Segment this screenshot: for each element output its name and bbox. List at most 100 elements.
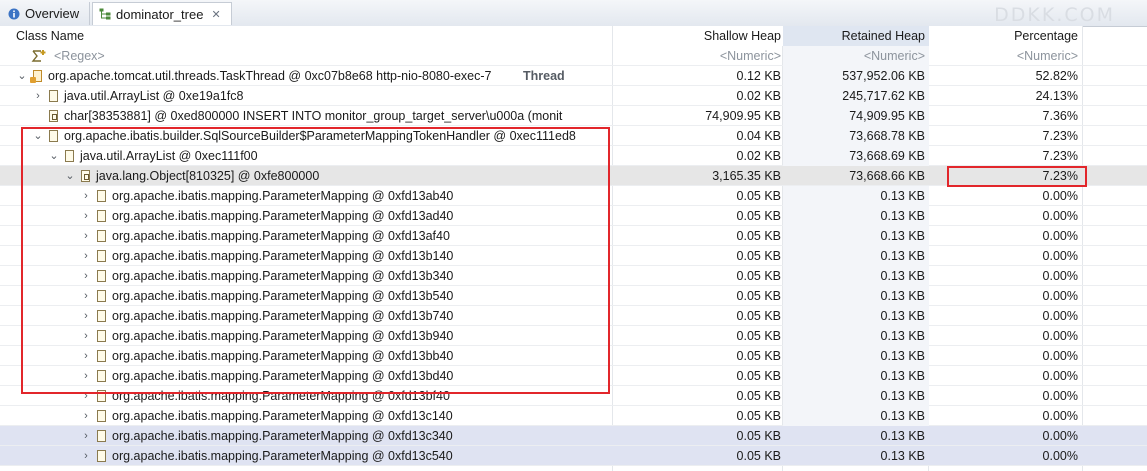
class-name-cell: › org.apache.ibatis.mapping.ParameterMapp… [0,346,612,366]
object-icon [97,350,106,362]
table-row[interactable]: ⌄ java.lang.Object[810325] @ 0xfe800000 3,… [0,166,1147,186]
expand-icon[interactable]: › [80,306,92,326]
regex-filter-input[interactable]: <Regex> [54,46,105,66]
expand-icon[interactable]: › [80,206,92,226]
table-row[interactable]: › org.apache.ibatis.mapping.ParameterMapp… [0,186,1147,206]
close-icon[interactable]: ✕ [211,8,220,21]
class-name-cell: › org.apache.ibatis.mapping.ParameterMapp… [0,386,612,406]
shallow-heap-cell: 0.05 KB [736,429,781,443]
table-row[interactable]: › java.util.ArrayList @ 0xe19a1fc8 0.02 KB… [0,86,1147,106]
regex-filter-icon [31,50,46,62]
expand-icon[interactable]: › [80,286,92,306]
table-row[interactable]: › org.apache.ibatis.mapping.ParameterMapp… [0,206,1147,226]
class-name-cell: › org.apache.ibatis.mapping.ParameterMapp… [0,326,612,346]
retained-heap-cell: 245,717.62 KB [783,86,929,106]
column-header-percentage[interactable]: Percentage [929,26,1082,46]
column-header-shallow-heap[interactable]: Shallow Heap [613,26,783,46]
class-name-cell: › org.apache.ibatis.mapping.ParameterMapp… [0,266,612,286]
expand-icon[interactable]: › [80,426,92,446]
table-row[interactable]: › org.apache.ibatis.mapping.ParameterMapp… [0,446,1147,466]
object-icon [97,370,106,382]
shallow-heap-cell: 0.05 KB [736,289,781,303]
expand-icon[interactable]: › [80,326,92,346]
percentage-cell: 0.00% [1042,409,1078,423]
expand-icon[interactable]: › [80,386,92,406]
table-row[interactable]: › org.apache.ibatis.mapping.ParameterMapp… [0,266,1147,286]
collapse-icon[interactable]: ⌄ [16,66,28,86]
retained-heap-cell: 0.13 KB [880,429,925,443]
percentage-cell: 0.00% [1042,229,1078,243]
expand-icon[interactable]: › [80,266,92,286]
tab-dominator-tree[interactable]: dominator_tree ✕ [92,2,232,25]
class-name: org.apache.ibatis.mapping.ParameterMappi… [112,209,454,223]
expand-icon[interactable]: › [80,226,92,246]
tab-overview[interactable]: Overview [2,2,90,25]
class-name: org.apache.ibatis.mapping.ParameterMappi… [112,349,454,363]
shallow-heap-cell: 0.02 KB [736,89,781,103]
retained-heap-cell: 74,909.95 KB [783,106,929,126]
column-header-retained-heap[interactable]: Retained Heap [783,26,929,46]
class-name-cell: ⌄ org.apache.tomcat.util.threads.TaskThre… [0,66,612,86]
collapse-icon[interactable]: ⌄ [48,146,60,166]
table-row[interactable]: › org.apache.ibatis.mapping.ParameterMapp… [0,286,1147,306]
object-icon [97,190,106,202]
object-icon [97,290,106,302]
shallow-heap-cell: 0.12 KB [736,69,781,83]
table-row[interactable]: › org.apache.ibatis.mapping.ParameterMapp… [0,246,1147,266]
percentage-cell: 24.13% [1035,89,1078,103]
retained-heap-cell: 0.13 KB [783,186,929,206]
shallow-heap-cell: 0.05 KB [736,229,781,243]
collapse-icon[interactable]: ⌄ [32,126,44,146]
object-icon [97,410,106,422]
expand-icon[interactable]: › [80,346,92,366]
class-name: org.apache.ibatis.mapping.ParameterMappi… [112,409,453,423]
expand-icon[interactable]: › [80,366,92,386]
table-row[interactable]: › org.apache.ibatis.mapping.ParameterMapp… [0,306,1147,326]
class-name: org.apache.ibatis.mapping.ParameterMappi… [112,229,450,243]
expand-icon[interactable]: › [80,246,92,266]
table-row[interactable]: › org.apache.ibatis.mapping.ParameterMapp… [0,326,1147,346]
class-name-cell: › org.apache.ibatis.mapping.ParameterMapp… [0,426,612,446]
shallow-filter-input[interactable]: <Numeric> [613,46,783,66]
thread-label: Thread [523,69,565,83]
table-row[interactable]: char[38353881] @ 0xed800000 INSERT INTO … [0,106,1147,126]
class-name: java.util.ArrayList @ 0xec111f00 [80,149,258,163]
watermark: DDKK.COM [994,4,1115,26]
table-row[interactable]: ⌄ org.apache.tomcat.util.threads.TaskThre… [0,66,1147,86]
class-name: org.apache.ibatis.mapping.ParameterMappi… [112,189,454,203]
table-row[interactable]: ⌄ org.apache.ibatis.builder.SqlSourceBuil… [0,126,1147,146]
shallow-heap-cell: 0.05 KB [736,309,781,323]
expand-icon[interactable]: › [80,406,92,426]
class-name-cell: char[38353881] @ 0xed800000 INSERT INTO … [0,106,612,126]
percentage-cell: 52.82% [1035,69,1078,83]
tree-icon [99,8,111,20]
retained-heap-cell: 0.13 KB [783,286,929,306]
collapse-icon[interactable]: ⌄ [64,166,76,186]
table-row[interactable]: › org.apache.ibatis.mapping.ParameterMapp… [0,406,1147,426]
object-icon [97,230,106,242]
percentage-cell: 0.00% [1042,329,1078,343]
expand-icon[interactable]: › [80,446,92,466]
object-icon [97,450,106,462]
shallow-heap-cell: 74,909.95 KB [705,109,781,123]
table-row[interactable]: › org.apache.ibatis.mapping.ParameterMapp… [0,226,1147,246]
retained-heap-cell: 0.13 KB [783,246,929,266]
percentage-cell: 0.00% [1042,209,1078,223]
expand-icon[interactable]: › [32,86,44,106]
table-row[interactable]: › org.apache.ibatis.mapping.ParameterMapp… [0,426,1147,446]
percentage-filter-input[interactable]: <Numeric> [929,46,1082,66]
table-row[interactable]: ⌄ java.util.ArrayList @ 0xec111f00 0.02 KB… [0,146,1147,166]
retained-filter-input[interactable]: <Numeric> [783,46,929,66]
class-name: org.apache.ibatis.builder.SqlSourceBuild… [64,129,576,143]
class-name: java.util.ArrayList @ 0xe19a1fc8 [64,89,244,103]
expand-icon[interactable]: › [80,186,92,206]
column-header-class-name[interactable]: Class Name [0,26,612,46]
object-icon [97,330,106,342]
table-row[interactable]: › org.apache.ibatis.mapping.ParameterMapp… [0,346,1147,366]
percentage-cell: 7.36% [1042,109,1078,123]
percentage-cell: 0.00% [1042,369,1078,383]
table-row[interactable]: › org.apache.ibatis.mapping.ParameterMapp… [0,386,1147,406]
shallow-heap-cell: 0.05 KB [736,349,781,363]
table-row[interactable]: › org.apache.ibatis.mapping.ParameterMapp… [0,366,1147,386]
percentage-cell: 0.00% [1042,349,1078,363]
